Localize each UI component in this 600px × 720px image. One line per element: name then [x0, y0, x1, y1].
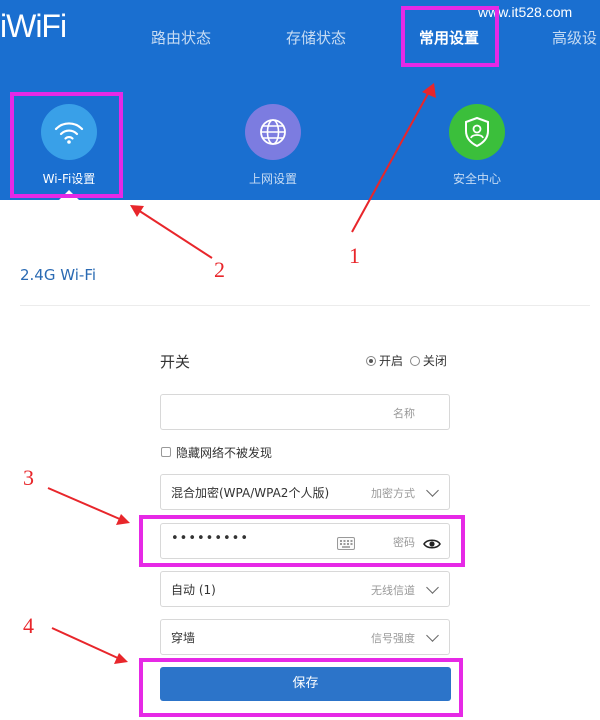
eye-icon[interactable] — [423, 535, 441, 554]
channel-value: 自动 (1) — [171, 583, 216, 597]
radio-off-label[interactable]: 关闭 — [423, 354, 447, 368]
hide-network-label[interactable]: 隐藏网络不被发现 — [176, 444, 272, 461]
wifi-switch-group: 开启 关闭 — [366, 352, 447, 369]
subnav-internet-settings[interactable]: 上网设置 — [208, 104, 338, 187]
radio-off[interactable] — [409, 356, 420, 366]
section-title: 2.4G Wi-Fi — [20, 266, 97, 284]
miwifi-logo: iWiFi — [0, 8, 67, 44]
password-value: ••••••••• — [171, 531, 250, 546]
subnav-security-center[interactable]: 安全中心 — [412, 104, 542, 187]
shield-icon — [449, 104, 505, 160]
chevron-down-icon — [426, 484, 439, 497]
signal-placeholder: 信号强度 — [371, 632, 415, 645]
ssid-name-placeholder: 名称 — [393, 407, 415, 420]
wifi-switch-label: 开关 — [160, 353, 191, 371]
radio-on-label[interactable]: 开启 — [379, 354, 403, 368]
password-field[interactable]: ••••••••• 密码 — [160, 523, 450, 559]
chevron-down-icon — [426, 581, 439, 594]
annotation-number-2: 2 — [214, 257, 225, 282]
radio-on[interactable] — [366, 356, 376, 366]
keyboard-icon[interactable] — [337, 535, 355, 554]
globe-icon — [245, 104, 301, 160]
encryption-value: 混合加密(WPA/WPA2个人版) — [171, 486, 330, 500]
channel-select[interactable]: 自动 (1) 无线信道 — [160, 571, 450, 607]
signal-strength-select[interactable]: 穿墙 信号强度 — [160, 619, 450, 655]
annotation-number-4: 4 — [23, 613, 34, 638]
signal-value: 穿墙 — [171, 631, 196, 645]
annotation-box-1 — [401, 6, 499, 67]
chevron-down-icon — [426, 629, 439, 642]
nav-router-status[interactable]: 路由状态 — [151, 27, 211, 48]
ssid-name-field[interactable]: 名称 — [160, 394, 450, 430]
nav-storage-status[interactable]: 存储状态 — [286, 27, 346, 48]
annotation-box-2 — [10, 92, 123, 198]
annotation-number-3: 3 — [23, 465, 34, 490]
subnav-internet-label: 上网设置 — [248, 172, 297, 186]
nav-advanced-settings[interactable]: 高级设 — [552, 27, 597, 48]
save-button[interactable]: 保存 — [160, 667, 451, 701]
password-placeholder: 密码 — [393, 536, 415, 549]
subnav-security-label: 安全中心 — [452, 172, 501, 186]
hide-network-checkbox[interactable] — [161, 447, 171, 457]
section-divider — [20, 305, 590, 306]
annotation-number-1: 1 — [349, 243, 360, 268]
encryption-select[interactable]: 混合加密(WPA/WPA2个人版) 加密方式 — [160, 474, 450, 510]
encryption-placeholder: 加密方式 — [371, 487, 415, 500]
channel-placeholder: 无线信道 — [371, 584, 415, 597]
